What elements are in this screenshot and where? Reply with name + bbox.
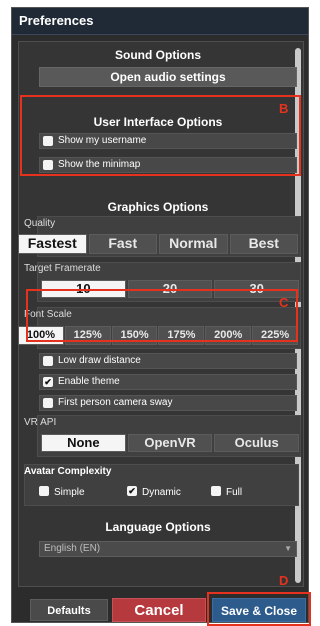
language-dropdown-value: English (EN): [44, 543, 101, 554]
vr-api-label: VR API: [24, 417, 57, 428]
low-draw-distance-label: Low draw distance: [58, 355, 141, 366]
avatar-full-checkbox[interactable]: [211, 486, 221, 496]
open-audio-settings-button[interactable]: Open audio settings: [39, 67, 297, 87]
enable-theme-row[interactable]: ✔ Enable theme: [39, 374, 297, 390]
annotation-box-d: [207, 592, 311, 626]
low-draw-distance-row[interactable]: Low draw distance: [39, 353, 297, 369]
vr-api-option-none[interactable]: None: [41, 434, 126, 452]
quality-option-normal[interactable]: Normal: [159, 234, 228, 254]
avatar-complexity-options[interactable]: Simple ✔ Dynamic Full: [39, 485, 299, 501]
avatar-full-label: Full: [226, 487, 243, 498]
vr-api-option-oculus[interactable]: Oculus: [214, 434, 300, 452]
annotation-box-b: [20, 95, 301, 176]
camera-sway-checkbox[interactable]: [43, 398, 53, 408]
chevron-down-icon: ▼: [284, 544, 292, 553]
language-dropdown[interactable]: English (EN) ▼: [39, 541, 297, 557]
annotation-label-b: B: [279, 101, 289, 116]
camera-sway-row[interactable]: First person camera sway: [39, 395, 297, 411]
language-options-title: Language Options: [105, 520, 211, 534]
quality-option-best[interactable]: Best: [229, 234, 298, 254]
vr-api-option-openvr[interactable]: OpenVR: [127, 434, 213, 452]
annotation-label-c: C: [279, 295, 289, 310]
defaults-button[interactable]: Defaults: [30, 599, 108, 621]
quality-option-fastest[interactable]: Fastest: [18, 234, 87, 254]
graphics-options-title: Graphics Options: [107, 200, 209, 214]
avatar-simple-checkbox[interactable]: [39, 486, 49, 496]
avatar-simple-label: Simple: [54, 487, 85, 498]
avatar-dynamic-label: Dynamic: [142, 487, 181, 498]
enable-theme-checkbox[interactable]: ✔: [43, 377, 53, 387]
annotation-box-c: [26, 289, 298, 342]
avatar-dynamic-checkbox[interactable]: ✔: [127, 486, 137, 496]
camera-sway-label: First person camera sway: [58, 397, 173, 408]
avatar-complexity-title: Avatar Complexity: [24, 466, 112, 477]
window-title: Preferences: [19, 13, 94, 28]
low-draw-distance-checkbox[interactable]: [43, 356, 53, 366]
vr-api-selector[interactable]: None OpenVR Oculus: [41, 434, 300, 452]
framerate-label: Target Framerate: [24, 263, 101, 274]
sound-options-title: Sound Options: [115, 48, 201, 62]
cancel-button[interactable]: Cancel: [112, 598, 206, 622]
enable-theme-label: Enable theme: [58, 376, 120, 387]
quality-label: Quality: [24, 218, 56, 229]
quality-selector[interactable]: Fastest Fast Normal Best: [18, 234, 298, 254]
annotation-label-d: D: [279, 573, 289, 588]
quality-option-fast[interactable]: Fast: [88, 234, 157, 254]
title-bar: Preferences: [12, 8, 308, 35]
